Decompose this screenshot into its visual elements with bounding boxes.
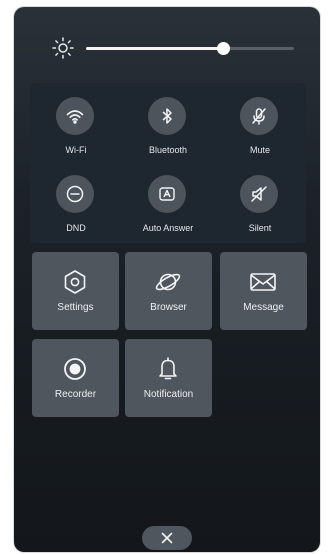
settings-icon	[59, 266, 91, 298]
close-button[interactable]	[142, 526, 192, 550]
toggle-label: Auto Answer	[142, 223, 194, 233]
toggle-label: Mute	[249, 145, 270, 155]
speaker-off-icon	[240, 175, 278, 213]
brightness-icon	[52, 37, 74, 59]
quick-toggles-panel: Wi-Fi Bluetooth Mute DND Auto Answer Sil…	[30, 83, 306, 243]
app-tile-message[interactable]: Message	[220, 252, 307, 330]
toggle-bluetooth[interactable]: Bluetooth	[122, 87, 214, 165]
app-tile-settings[interactable]: Settings	[32, 252, 119, 330]
close-icon	[161, 532, 173, 544]
bell-icon	[152, 353, 184, 385]
app-tile-label: Settings	[57, 302, 94, 313]
app-tile-recorder[interactable]: Recorder	[32, 339, 119, 417]
toggle-dnd[interactable]: DND	[30, 165, 122, 243]
auto-answer-icon	[148, 175, 186, 213]
toggle-label: Wi-Fi	[65, 145, 87, 155]
bluetooth-icon	[148, 97, 186, 135]
app-tile-label: Message	[243, 302, 284, 313]
toggle-silent[interactable]: Silent	[214, 165, 306, 243]
envelope-icon	[247, 266, 279, 298]
toggle-label: Silent	[248, 223, 272, 233]
record-icon	[59, 353, 91, 385]
toggle-label: Bluetooth	[148, 145, 188, 155]
wifi-icon	[56, 97, 94, 135]
control-center-panel: Wi-Fi Bluetooth Mute DND Auto Answer Sil…	[14, 7, 320, 552]
toggle-auto-answer[interactable]: Auto Answer	[122, 165, 214, 243]
brightness-row	[14, 29, 320, 69]
app-tile-browser[interactable]: Browser	[125, 252, 212, 330]
app-tile-label: Browser	[150, 302, 187, 313]
app-tile-label: Notification	[143, 389, 194, 400]
minus-circle-icon	[56, 175, 94, 213]
app-tile-notification[interactable]: Notification	[125, 339, 212, 417]
mic-off-icon	[240, 97, 278, 135]
app-tile-label: Recorder	[54, 389, 97, 400]
planet-icon	[152, 266, 184, 298]
brightness-slider-knob[interactable]	[217, 42, 231, 55]
brightness-slider[interactable]	[86, 42, 294, 55]
toggle-mute[interactable]: Mute	[214, 87, 306, 165]
toggle-wifi[interactable]: Wi-Fi	[30, 87, 122, 165]
brightness-slider-fill	[86, 47, 224, 50]
toggle-label: DND	[66, 223, 86, 233]
